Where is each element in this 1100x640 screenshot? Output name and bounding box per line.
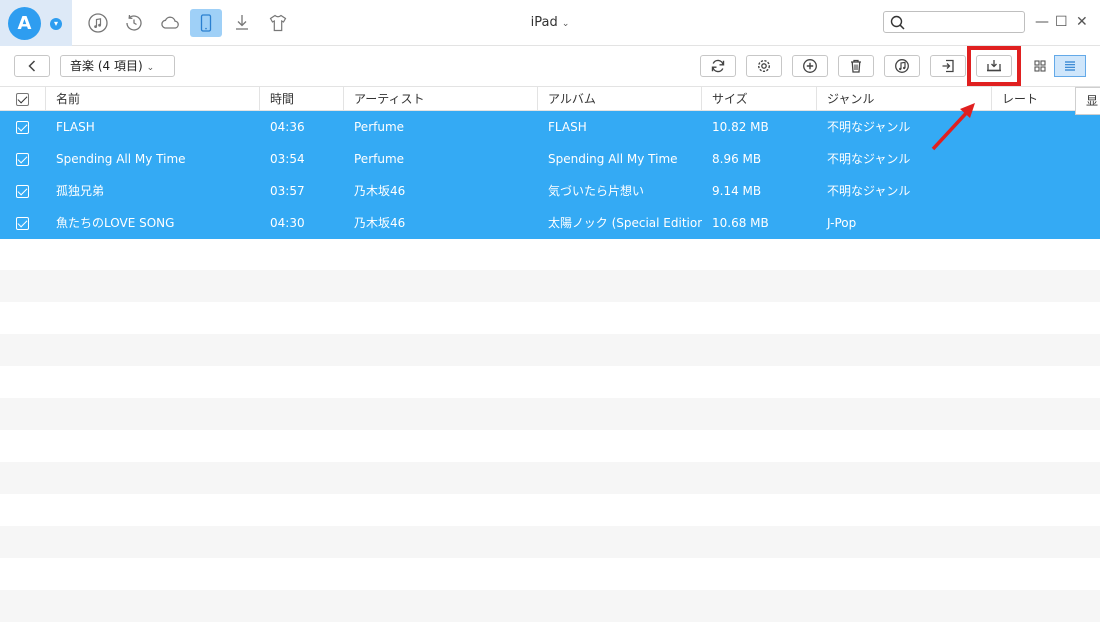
add-button[interactable] xyxy=(792,55,828,77)
empty-row xyxy=(0,366,1100,398)
checkbox[interactable] xyxy=(16,185,29,198)
title-bar: A ▾ iPad ⌄ — ☐ ✕ xyxy=(0,0,1100,46)
cell-name: 孤独兄弟 xyxy=(56,184,105,198)
device-name[interactable]: iPad xyxy=(531,15,558,30)
empty-row xyxy=(0,270,1100,302)
cell-time: 04:36 xyxy=(270,120,305,134)
close-button[interactable]: ✕ xyxy=(1076,14,1088,30)
empty-row xyxy=(0,590,1100,622)
cell-rate xyxy=(992,143,1100,175)
search-input[interactable] xyxy=(883,11,1025,33)
delete-button[interactable] xyxy=(838,55,874,77)
empty-row xyxy=(0,462,1100,494)
refresh-icon xyxy=(711,59,725,73)
add-icon xyxy=(803,59,817,73)
chevron-left-icon xyxy=(28,60,36,72)
cell-album: Spending All My Time xyxy=(548,152,678,166)
settings-button[interactable] xyxy=(746,55,782,77)
minimize-button[interactable]: — xyxy=(1035,14,1049,30)
select-all-checkbox[interactable] xyxy=(0,87,46,111)
category-label: 音楽 (4 項目) xyxy=(70,59,143,73)
category-dropdown[interactable]: 音楽 (4 項目) ⌄ xyxy=(60,55,175,77)
toolbar: 音楽 (4 項目) ⌄ xyxy=(0,46,1100,86)
table-row[interactable]: 孤独兄弟 03:57 乃木坂46 気づいたら片想い 9.14 MB 不明なジャン… xyxy=(0,175,1100,207)
row-checkbox-cell[interactable] xyxy=(0,111,46,143)
chevron-down-icon: ⌄ xyxy=(146,63,155,73)
cell-artist: 乃木坂46 xyxy=(354,184,406,198)
column-header-name[interactable]: 名前 xyxy=(46,87,260,111)
cell-name: FLASH xyxy=(56,120,95,134)
cell-artist: Perfume xyxy=(354,120,405,134)
cell-size: 10.82 MB xyxy=(712,120,769,134)
empty-list-area xyxy=(0,238,1100,622)
highlight-box xyxy=(967,46,1021,86)
settings-icon xyxy=(757,59,771,73)
column-header-size[interactable]: サイズ xyxy=(702,87,817,111)
cell-genre: 不明なジャンル xyxy=(827,184,911,198)
delete-icon xyxy=(851,59,861,73)
cell-time: 03:54 xyxy=(270,152,305,166)
column-header-album[interactable]: アルバム xyxy=(538,87,702,111)
cell-name: 魚たちのLOVE SONG xyxy=(56,216,175,230)
cell-size: 9.14 MB xyxy=(712,184,762,198)
grid-view-button[interactable] xyxy=(1024,55,1056,77)
row-checkbox-cell[interactable] xyxy=(0,143,46,175)
empty-row xyxy=(0,494,1100,526)
empty-row xyxy=(0,302,1100,334)
cell-rate xyxy=(992,207,1100,239)
itunes-icon xyxy=(895,59,909,73)
column-header-time[interactable]: 時間 xyxy=(260,87,344,111)
row-checkbox-cell[interactable] xyxy=(0,207,46,239)
annotation-arrow-icon xyxy=(931,103,975,151)
refresh-button[interactable] xyxy=(700,55,736,77)
cell-time: 03:57 xyxy=(270,184,305,198)
list-view-icon xyxy=(1065,61,1075,71)
cell-genre: J-Pop xyxy=(827,216,857,230)
back-button[interactable] xyxy=(14,55,50,77)
empty-row xyxy=(0,398,1100,430)
table-row[interactable]: 魚たちのLOVE SONG 04:30 乃木坂46 太陽ノック (Special… xyxy=(0,207,1100,239)
maximize-button[interactable]: ☐ xyxy=(1055,14,1068,30)
row-checkbox-cell[interactable] xyxy=(0,175,46,207)
column-header-artist[interactable]: アーティスト xyxy=(344,87,538,111)
checkbox[interactable] xyxy=(16,121,29,134)
chevron-down-icon[interactable]: ⌄ xyxy=(562,19,570,29)
cell-name: Spending All My Time xyxy=(56,152,186,166)
empty-row xyxy=(0,238,1100,270)
grid-view-icon xyxy=(1034,60,1046,72)
cell-size: 8.96 MB xyxy=(712,152,762,166)
cell-album: 太陽ノック (Special Edition) xyxy=(548,216,702,230)
cell-rate xyxy=(992,175,1100,207)
export-icon xyxy=(942,59,954,73)
empty-row xyxy=(0,430,1100,462)
checkbox[interactable] xyxy=(16,217,29,230)
cell-artist: Perfume xyxy=(354,152,405,166)
search-icon xyxy=(890,15,905,30)
cell-time: 04:30 xyxy=(270,216,305,230)
empty-row xyxy=(0,334,1100,366)
export-button[interactable] xyxy=(930,55,966,77)
cell-rate xyxy=(992,111,1100,143)
cell-album: 気づいたら片想い xyxy=(548,184,645,198)
empty-row xyxy=(0,558,1100,590)
cell-size: 10.68 MB xyxy=(712,216,769,230)
checkbox[interactable] xyxy=(16,153,29,166)
cell-album: FLASH xyxy=(548,120,587,134)
cell-artist: 乃木坂46 xyxy=(354,216,406,230)
checkbox[interactable] xyxy=(16,93,29,106)
empty-row xyxy=(0,526,1100,558)
itunes-button[interactable] xyxy=(884,55,920,77)
list-view-button[interactable] xyxy=(1054,55,1086,77)
tooltip: 显示 xyxy=(1075,87,1100,115)
